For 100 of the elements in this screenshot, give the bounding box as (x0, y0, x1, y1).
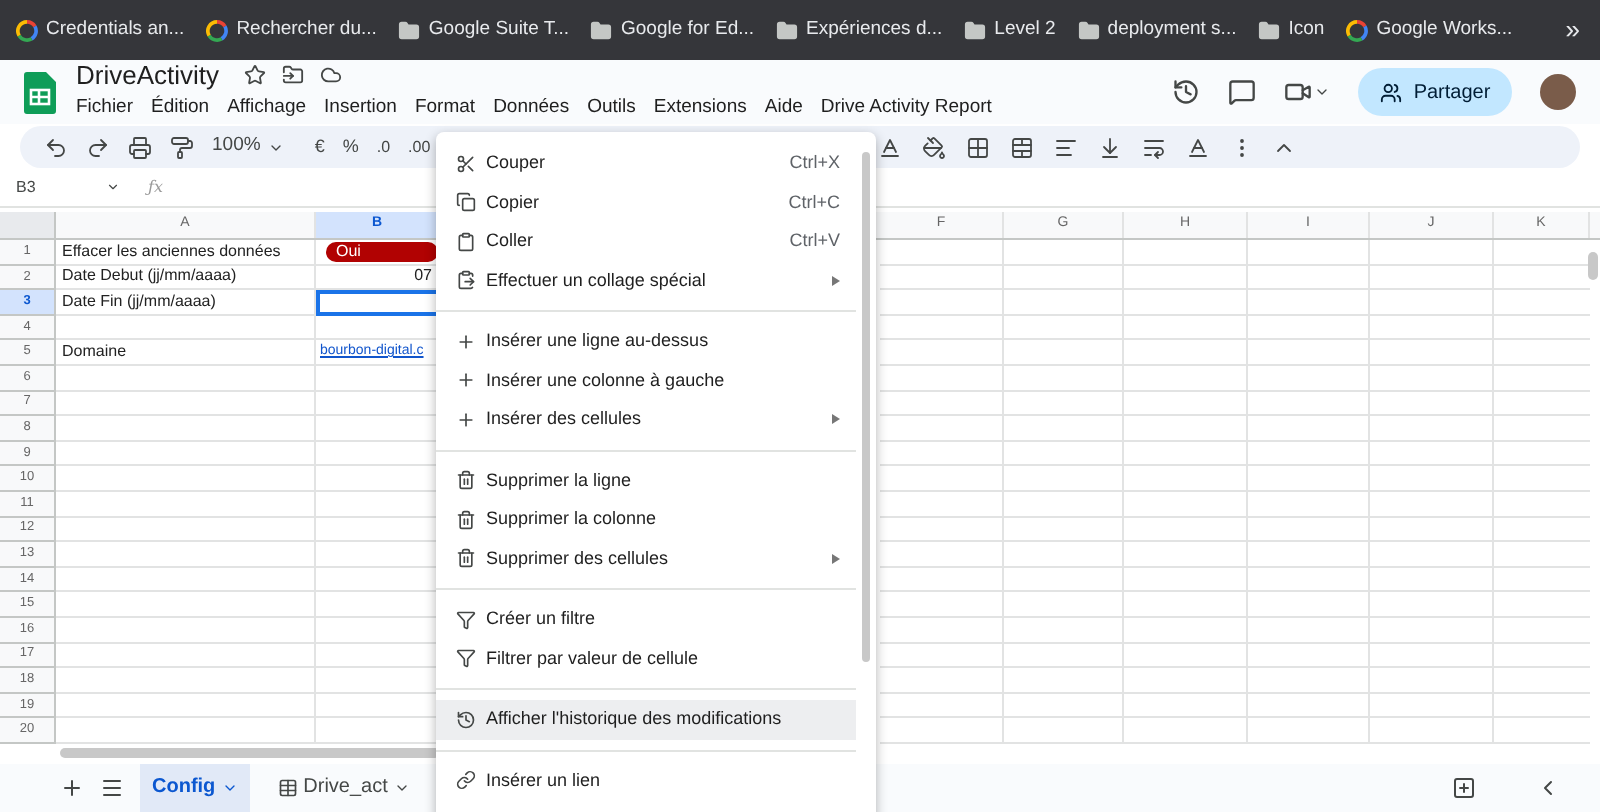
table-cell[interactable] (880, 240, 1004, 266)
merge-cells-icon[interactable] (1010, 135, 1035, 159)
table-cell[interactable] (1248, 617, 1370, 643)
table-cell[interactable] (880, 340, 1004, 366)
table-cell[interactable] (56, 491, 316, 518)
star-icon[interactable] (243, 64, 266, 87)
table-cell[interactable] (880, 441, 1004, 467)
bookmark[interactable]: Rechercher du... (198, 15, 385, 45)
table-cell[interactable] (1248, 643, 1370, 669)
table-cell[interactable] (1124, 567, 1248, 593)
sheet-tab[interactable]: Drive_act (265, 763, 422, 812)
table-cell[interactable] (1248, 693, 1370, 719)
table-cell[interactable] (880, 466, 1004, 492)
table-cell[interactable] (880, 290, 1004, 316)
table-cell[interactable] (1124, 290, 1248, 316)
menu-option[interactable]: Filtrer par valeur de cellule (436, 639, 856, 678)
table-cell[interactable] (1370, 466, 1494, 492)
table-cell[interactable] (1248, 340, 1370, 366)
table-cell[interactable] (880, 693, 1004, 719)
table-cell[interactable] (1248, 718, 1370, 744)
table-cell[interactable] (1370, 290, 1494, 316)
menu-option[interactable]: Couper Ctrl+X (436, 144, 856, 183)
table-cell[interactable] (56, 466, 316, 492)
menu-item[interactable]: Fichier (76, 94, 134, 124)
table-cell[interactable] (1124, 315, 1248, 341)
table-cell[interactable] (1370, 643, 1494, 669)
table-cell[interactable] (56, 391, 316, 417)
table-cell[interactable] (1248, 466, 1370, 492)
table-cell[interactable] (1004, 416, 1124, 442)
text-rotation-icon[interactable] (1186, 135, 1211, 159)
table-cell[interactable] (56, 517, 316, 543)
table-cell[interactable] (1370, 517, 1494, 543)
sheet-tab[interactable]: Config (140, 763, 250, 812)
table-cell[interactable] (1370, 240, 1494, 266)
history-icon[interactable] (1172, 78, 1200, 106)
table-cell[interactable] (1248, 567, 1370, 593)
add-sheet-icon[interactable] (60, 775, 84, 800)
table-cell[interactable] (1004, 617, 1124, 643)
table-cell[interactable] (1124, 668, 1248, 694)
bookmark[interactable]: Expériences d... (768, 15, 951, 45)
table-cell[interactable] (1004, 265, 1124, 291)
table-cell[interactable] (1124, 491, 1248, 518)
menu-option[interactable]: Insérer des cellules (436, 400, 856, 439)
vertical-scrollbar[interactable] (1588, 252, 1598, 280)
table-cell[interactable] (1124, 466, 1248, 492)
table-cell[interactable] (880, 365, 1004, 392)
borders-icon[interactable] (966, 135, 991, 159)
table-cell[interactable] (1370, 441, 1494, 467)
menu-option[interactable]: Supprimer la colonne (436, 500, 856, 539)
table-cell[interactable] (1248, 491, 1370, 518)
increase-decimals-button[interactable]: .00 (408, 135, 431, 159)
table-cell[interactable] (1004, 365, 1124, 392)
table-cell[interactable] (56, 567, 316, 593)
cloud-icon[interactable] (319, 64, 342, 87)
table-cell[interactable] (880, 517, 1004, 543)
name-box[interactable]: B3 (16, 175, 120, 199)
menu-option[interactable]: Effectuer un collage spécial (436, 261, 856, 300)
table-cell[interactable] (1124, 592, 1248, 618)
table-cell[interactable] (1124, 416, 1248, 442)
table-cell[interactable] (56, 365, 316, 392)
select-all-corner[interactable] (0, 212, 56, 238)
table-cell[interactable] (316, 290, 440, 316)
align-icon[interactable] (1054, 135, 1079, 159)
table-cell[interactable] (1124, 693, 1248, 719)
move-folder-icon[interactable] (281, 64, 304, 87)
table-cell[interactable] (56, 416, 316, 442)
dropdown-chip[interactable]: Oui (326, 241, 438, 262)
table-cell[interactable] (1370, 416, 1494, 442)
table-cell[interactable] (56, 718, 316, 744)
menu-item[interactable]: Format (414, 94, 476, 124)
bookmark[interactable]: Google Works... (1338, 15, 1521, 45)
zoom-select[interactable]: 100% (212, 132, 285, 162)
table-cell[interactable] (880, 265, 1004, 291)
table-cell[interactable] (1004, 693, 1124, 719)
table-cell[interactable] (1124, 265, 1248, 291)
fill-color-icon[interactable] (922, 135, 947, 159)
decrease-decimals-button[interactable]: .0 (376, 135, 391, 159)
menu-item[interactable]: Affichage (227, 94, 307, 124)
table-cell[interactable] (1370, 491, 1494, 518)
table-cell[interactable] (1124, 643, 1248, 669)
menu-option[interactable]: Supprimer la ligne (436, 461, 856, 500)
table-cell[interactable] (56, 315, 316, 341)
table-cell[interactable] (1370, 617, 1494, 643)
table-cell[interactable] (880, 718, 1004, 744)
table-cell[interactable] (1248, 365, 1370, 392)
table-cell[interactable] (880, 668, 1004, 694)
table-cell[interactable] (1370, 265, 1494, 291)
table-cell[interactable] (56, 693, 316, 719)
bookmark[interactable]: Credentials an... (8, 15, 193, 45)
table-cell[interactable] (56, 542, 316, 568)
table-cell[interactable] (880, 391, 1004, 417)
undo-icon[interactable] (44, 135, 68, 159)
table-cell[interactable] (1370, 365, 1494, 392)
paint-roller-icon[interactable] (170, 135, 194, 159)
wrap-icon[interactable] (1142, 135, 1167, 159)
table-cell[interactable] (1248, 592, 1370, 618)
table-cell[interactable] (1124, 542, 1248, 568)
table-cell[interactable] (880, 617, 1004, 643)
table-cell[interactable] (1004, 466, 1124, 492)
table-cell[interactable] (1004, 517, 1124, 543)
